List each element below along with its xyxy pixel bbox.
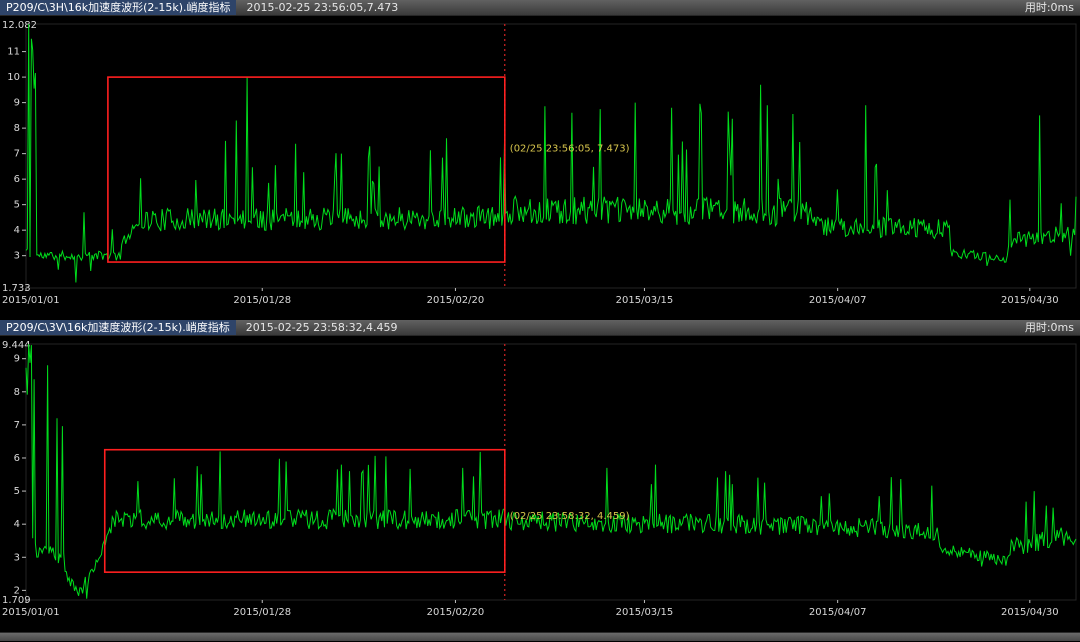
y-axis-label: 11: [7, 47, 20, 58]
plot-border: [26, 344, 1076, 600]
selection-box[interactable]: [105, 450, 505, 572]
x-axis-label: 2015/04/30: [1001, 607, 1059, 618]
vibration-monitoring-app: P209/C\3H\16k加速度波形(2-15k).峭度指标 2015-02-2…: [0, 0, 1080, 642]
y-axis-label: 6: [14, 174, 20, 185]
x-axis-label: 2015/04/07: [809, 295, 867, 306]
y-axis-label: 8: [14, 387, 20, 398]
chart2-cursor-timestamp: 2015-02-25 23:58:32,4.459: [246, 320, 398, 335]
plot-border: [26, 24, 1076, 288]
x-axis-label: 2015/02/20: [427, 607, 485, 618]
y-axis-label: 3: [14, 552, 20, 563]
y-axis-label: 9: [14, 354, 20, 365]
chart1-canvas[interactable]: 3456789101112.0821.7332015/01/012015/01/…: [0, 16, 1080, 320]
x-axis-label: 2015/02/20: [427, 295, 485, 306]
y-axis-label: 4: [14, 519, 20, 530]
chart2-title[interactable]: P209/C\3V\16k加速度波形(2-15k).峭度指标: [0, 320, 236, 335]
y-axis-max-label: 12.082: [2, 20, 37, 31]
y-axis-label: 8: [14, 123, 20, 134]
chart1-cursor-timestamp: 2015-02-25 23:56:05,7.473: [246, 0, 398, 15]
bottom-scrollbar[interactable]: [0, 632, 1080, 641]
y-axis-label: 7: [14, 149, 20, 160]
y-axis-label: 9: [14, 98, 20, 109]
chart1-elapsed-label: 用时:0ms: [1025, 0, 1074, 15]
y-axis-label: 3: [14, 251, 20, 262]
chart1-title[interactable]: P209/C\3H\16k加速度波形(2-15k).峭度指标: [0, 0, 236, 15]
y-axis-label: 6: [14, 453, 20, 464]
x-axis-label: 2015/01/28: [233, 607, 291, 618]
x-axis-label: 2015/01/28: [233, 295, 291, 306]
x-axis-label: 2015/01/01: [2, 295, 60, 306]
x-axis-label: 2015/04/30: [1001, 295, 1059, 306]
y-axis-label: 5: [14, 486, 20, 497]
y-axis-label: 10: [7, 72, 20, 83]
y-axis-max-label: 9.444: [2, 340, 31, 351]
x-axis-label: 2015/04/07: [809, 607, 867, 618]
y-axis-label: 7: [14, 420, 20, 431]
chart2-canvas[interactable]: 234567899.4441.7092015/01/012015/01/2820…: [0, 336, 1080, 632]
x-axis-label: 2015/01/01: [2, 607, 60, 618]
series-line: [26, 344, 1076, 599]
chart2-header: P209/C\3V\16k加速度波形(2-15k).峭度指标 2015-02-2…: [0, 320, 1080, 336]
x-axis-label: 2015/03/15: [616, 295, 674, 306]
x-axis-label: 2015/03/15: [616, 607, 674, 618]
y-axis-label: 5: [14, 200, 20, 211]
chart1-header: P209/C\3H\16k加速度波形(2-15k).峭度指标 2015-02-2…: [0, 0, 1080, 16]
selection-box[interactable]: [108, 77, 505, 262]
chart2-elapsed-label: 用时:0ms: [1025, 320, 1074, 335]
cursor-annotation: (02/25 23:58:32, 4.459): [510, 511, 630, 522]
cursor-annotation: (02/25 23:56:05, 7.473): [510, 144, 630, 155]
y-axis-label: 4: [14, 225, 20, 236]
